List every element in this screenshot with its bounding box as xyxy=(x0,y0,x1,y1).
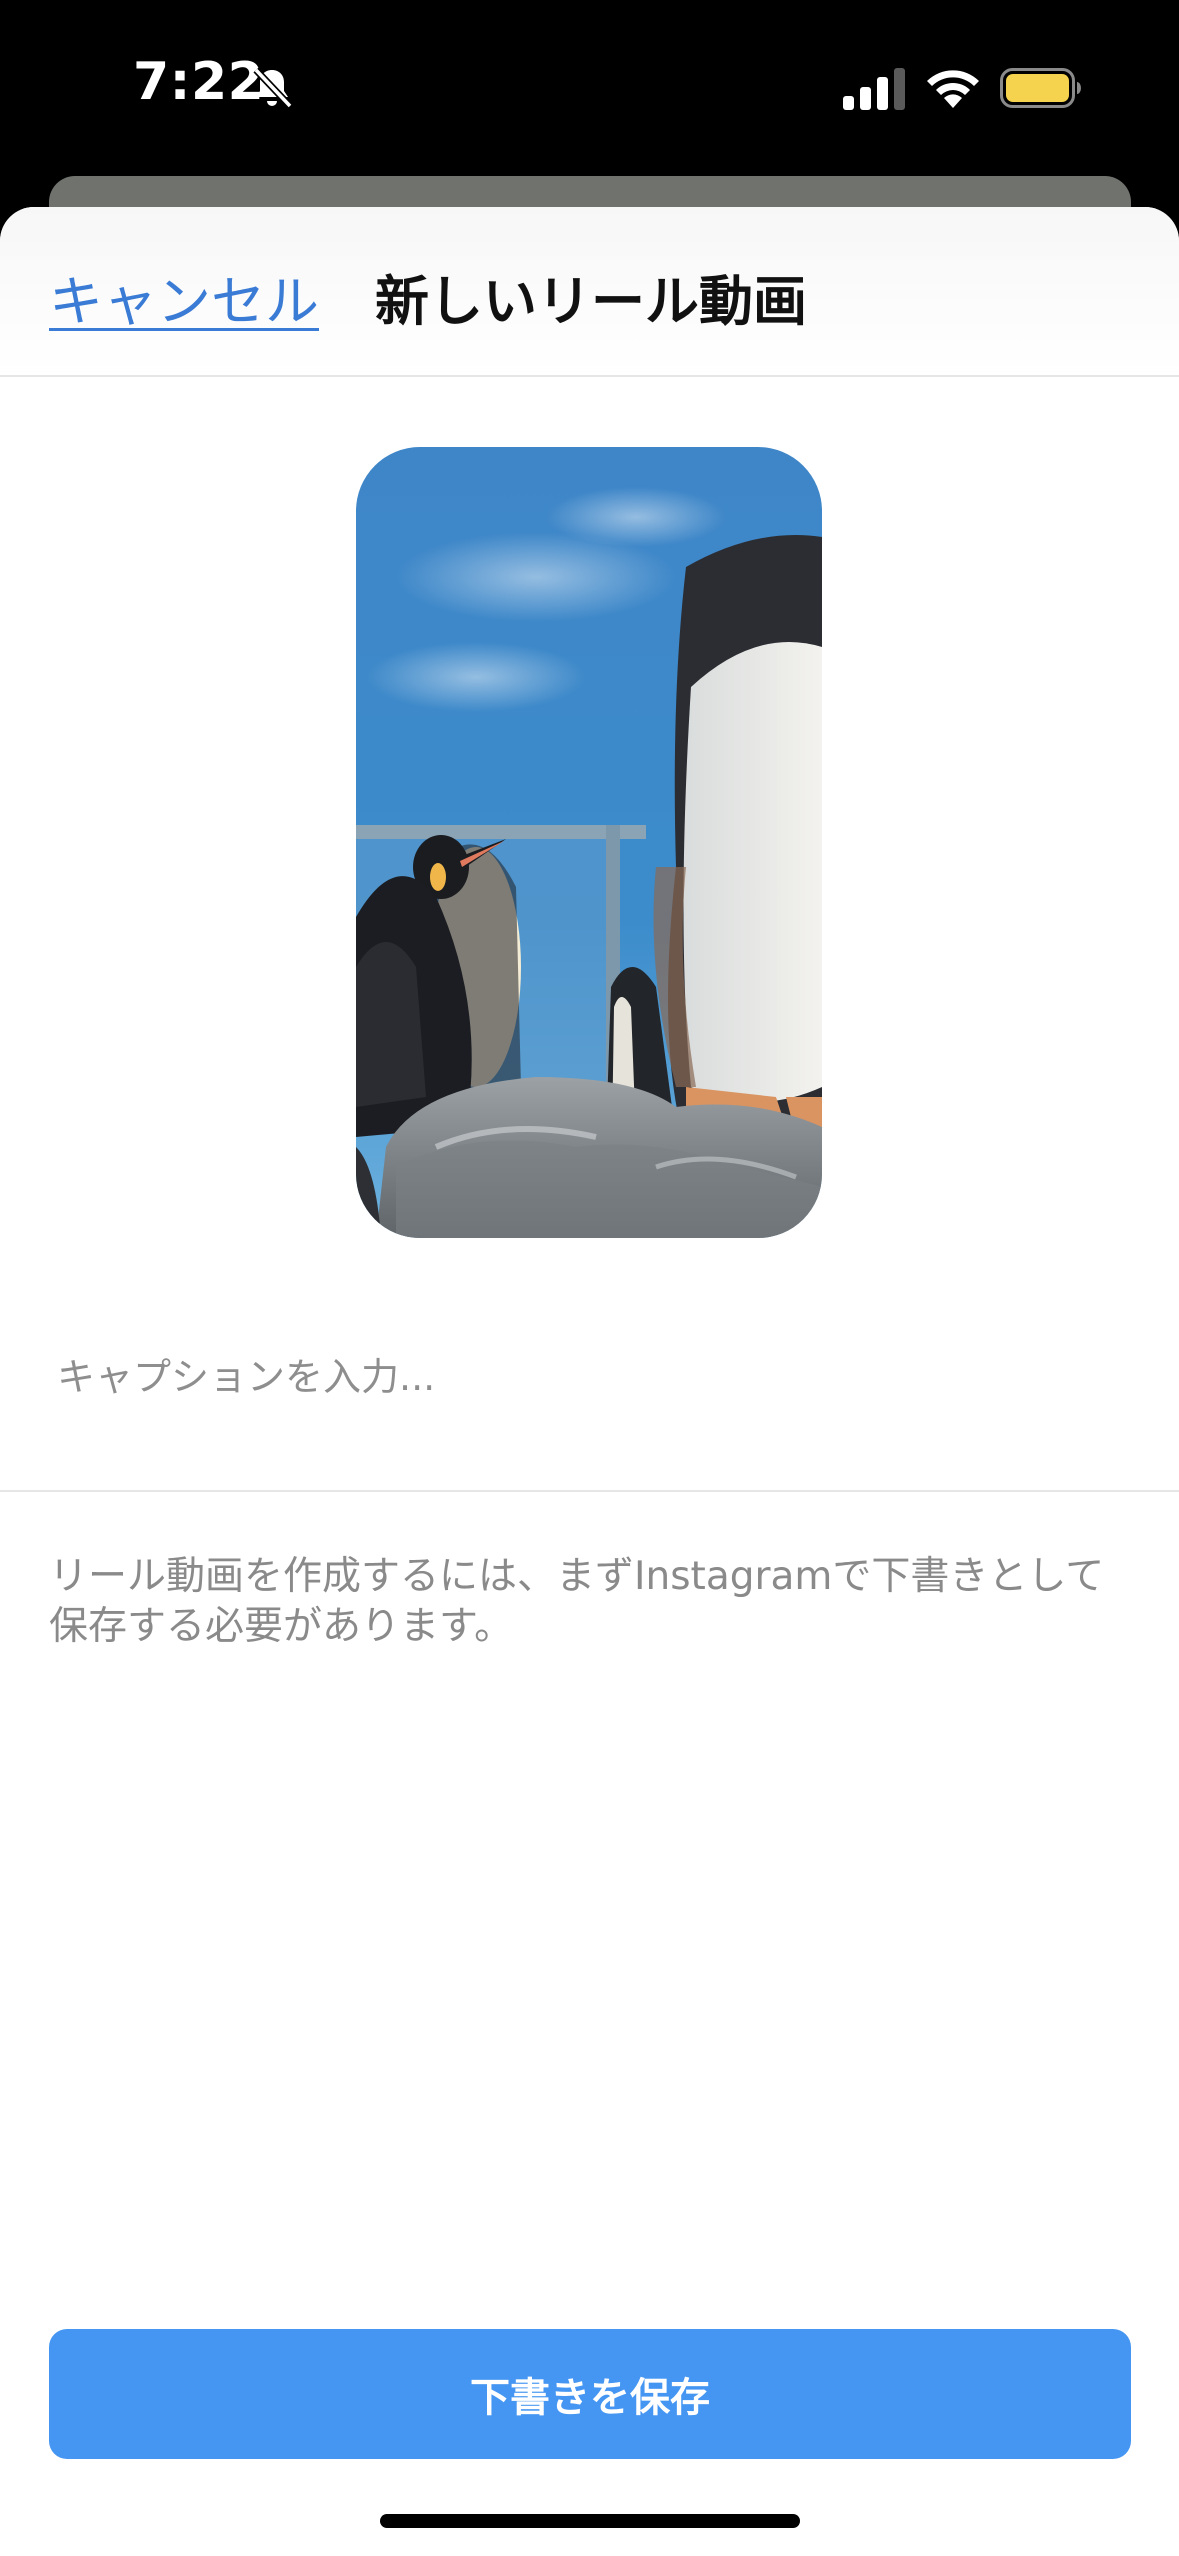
draft-info-text: リール動画を作成するには、まずInstagramで下書きとして保存する必要があり… xyxy=(49,1554,1105,1649)
video-preview[interactable] xyxy=(356,447,822,1238)
status-bar: 7:22 xyxy=(0,0,1179,175)
divider xyxy=(0,1490,1179,1492)
battery-icon xyxy=(1000,68,1081,108)
new-reel-sheet: キャンセル 新しいリール動画 キャプションを入力... リール動画を作成するには… xyxy=(0,207,1179,2556)
cancel-button[interactable]: キャンセル xyxy=(49,257,319,336)
caption-input[interactable] xyxy=(57,1317,1127,1437)
status-time: 7:22 xyxy=(133,52,265,112)
home-indicator[interactable] xyxy=(380,2514,800,2528)
cellular-signal-icon xyxy=(843,68,905,110)
save-draft-button[interactable]: 下書きを保存 xyxy=(49,2329,1131,2459)
nav-bar: キャンセル 新しいリール動画 xyxy=(0,207,1179,377)
page-title: 新しいリール動画 xyxy=(375,270,807,333)
penguins-video-thumbnail xyxy=(356,447,822,1238)
bell-slash-icon xyxy=(253,67,293,109)
wifi-icon xyxy=(927,70,979,108)
